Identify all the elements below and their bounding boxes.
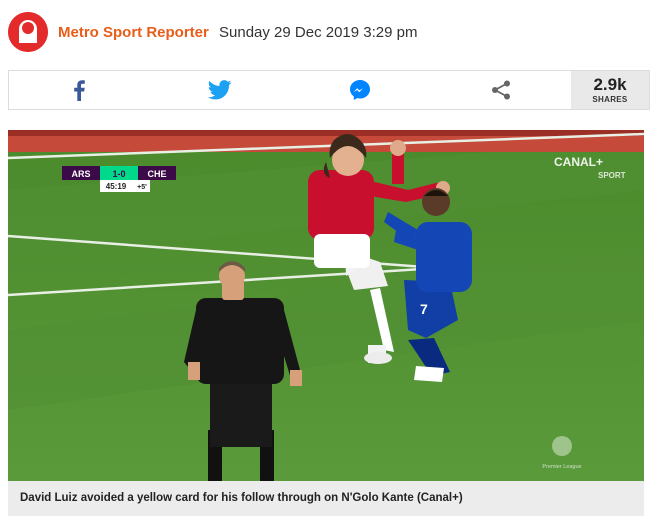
facebook-icon xyxy=(74,80,86,101)
share-icon xyxy=(491,80,510,100)
share-count-label: SHARES xyxy=(592,95,628,104)
author-link[interactable]: Metro Sport Reporter xyxy=(58,24,209,41)
share-count: 2.9k SHARES xyxy=(571,71,649,109)
share-bar: 2.9k SHARES xyxy=(8,70,650,110)
messenger-icon xyxy=(350,80,371,100)
share-button[interactable] xyxy=(431,71,572,109)
facebook-share-button[interactable] xyxy=(9,71,150,109)
article-photo: ARS 1-0 CHE 45:19 +5' CANAL+ SPORT 7 Pre… xyxy=(8,130,644,481)
svg-text:7: 7 xyxy=(420,301,428,317)
messenger-share-button[interactable] xyxy=(290,71,431,109)
share-count-number: 2.9k xyxy=(593,75,627,94)
broadcaster-name: CANAL+ xyxy=(554,155,603,169)
match-clock: 45:19 xyxy=(106,182,127,191)
publish-datetime: Sunday 29 Dec 2019 3:29 pm xyxy=(219,23,418,41)
score-value: 1-0 xyxy=(112,169,125,179)
article-byline: Metro Sport Reporter Sunday 29 Dec 2019 … xyxy=(8,12,648,52)
score-away-team: CHE xyxy=(147,169,166,179)
twitter-share-button[interactable] xyxy=(150,71,291,109)
photo-caption: David Luiz avoided a yellow card for his… xyxy=(8,481,644,516)
added-time: +5' xyxy=(137,184,147,191)
league-logo-text: Premier League xyxy=(542,464,581,470)
match-scene: ARS 1-0 CHE 45:19 +5' CANAL+ SPORT 7 Pre… xyxy=(8,130,644,481)
score-home-team: ARS xyxy=(71,169,90,179)
author-avatar-icon[interactable] xyxy=(8,12,48,52)
broadcaster-sub: SPORT xyxy=(598,171,626,180)
twitter-icon xyxy=(207,80,232,100)
byline-text: Metro Sport Reporter Sunday 29 Dec 2019 … xyxy=(58,24,418,41)
